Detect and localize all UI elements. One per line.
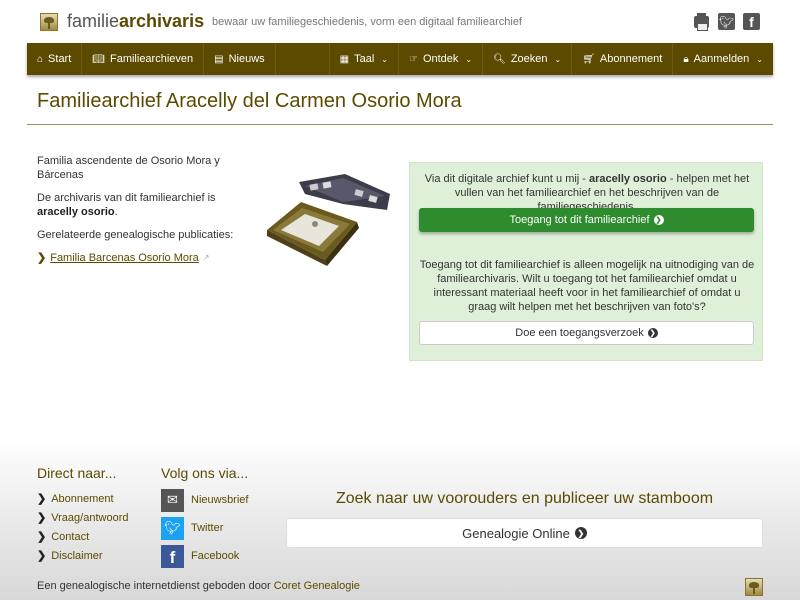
footer-link-abonnement[interactable]: ❯ Abonnement [37, 489, 128, 508]
follow-heading: Volg ons via... [161, 465, 249, 481]
access-request-button[interactable]: Doe een toegangsverzoek ❯ [419, 321, 754, 345]
intro-prefix: Via dit digitale archief kunt u mij - [424, 173, 590, 185]
nav-abonnement-label: Abonnement [599, 53, 663, 65]
print-icon[interactable] [693, 12, 710, 31]
external-link-icon: ↗ [202, 253, 210, 262]
chevron-right-icon: ❯ [37, 252, 47, 264]
publication-item: ❯ Familia Barcenas Osorio Mora ↗ [37, 251, 257, 265]
archivist-suffix: . [114, 206, 118, 218]
nav-zoeken-label: Zoeken [510, 53, 548, 65]
genealogie-online-button[interactable]: Genealogie Online ❯ [286, 518, 763, 548]
nav-start-label: Start [48, 53, 72, 65]
title-divider [27, 124, 773, 125]
nav-abonnement[interactable]: 🛒︎ Abonnement [572, 43, 674, 75]
main-nav: ⌂ Start 📖︎ Familiearchieven ▤ Nieuws ▦ Taal ⌄… [27, 43, 773, 75]
chevron-down-icon: ⌄ [381, 54, 388, 64]
nav-zoeken[interactable]: 🔍︎ Zoeken ⌄ [483, 43, 573, 75]
nav-spacer [276, 43, 330, 75]
nav-familiearchieven[interactable]: 📖︎ Familiearchieven [82, 43, 205, 75]
chevron-down-icon: ⌄ [756, 54, 763, 64]
social-links: ✉ Nieuwsbrief 🐦︎ Twitter f Facebook [161, 486, 248, 570]
brand-prefix: familie [67, 11, 120, 31]
footer-link-contact[interactable]: ❯ Contact [37, 527, 128, 546]
envelope-icon: ✉ [161, 488, 184, 512]
language-icon: ▦ [339, 53, 350, 65]
chevron-down-icon: ⌄ [465, 54, 473, 64]
access-panel: Via dit digitale archief kunt u mij - ar… [409, 162, 763, 361]
lock-icon: 🔒︎ [683, 53, 689, 65]
chevron-right-icon: ❯ [37, 493, 47, 505]
site-header: familiearchivaris bewaar uw familiegesch… [0, 0, 800, 43]
tree-logo-icon[interactable] [40, 13, 58, 31]
nav-start[interactable]: ⌂ Start [27, 43, 83, 75]
nav-nieuws[interactable]: ▤ Nieuws [204, 43, 276, 75]
credit-line: Een genealogische internetdienst geboden… [37, 580, 360, 592]
social-label: Twitter [191, 522, 224, 534]
facebook-icon[interactable]: f [743, 13, 760, 30]
brand-name[interactable]: familiearchivaris [67, 11, 204, 32]
chevron-right-icon: ❯ [37, 531, 47, 543]
request-button-label: Doe een toegangsverzoek [515, 327, 644, 339]
archivist-line: De archivaris van dit familiearchief is … [37, 191, 257, 219]
chevron-circle-right-icon: ❯ [574, 527, 587, 539]
coret-genealogie-link[interactable]: Coret Genealogie [274, 580, 360, 592]
direct-links: ❯ Abonnement ❯ Vraag/antwoord ❯ Contact ❯ Di… [37, 489, 128, 565]
twitter-icon[interactable]: 🐦︎ [718, 13, 735, 30]
hand-pointer-icon: ☞ [408, 53, 418, 65]
footer-link-vraag-antwoord[interactable]: ❯ Vraag/antwoord [37, 508, 128, 527]
book-icon: 📖︎ [92, 53, 105, 65]
nav-ontdek-label: Ontdek [422, 53, 459, 65]
archive-description: Familia ascendente de Osorio Mora y Bárc… [37, 155, 220, 181]
promo-button-label: Genealogie Online [462, 525, 570, 541]
nav-aanmelden-label: Aanmelden [693, 53, 750, 65]
facebook-icon: f [161, 544, 184, 568]
brand-bold: archivaris [119, 11, 205, 31]
archivist-prefix: De archivaris van dit familiearchief is [37, 192, 216, 204]
footer-link-label: Vraag/antwoord [51, 511, 129, 524]
chevron-right-icon: ❯ [37, 550, 47, 562]
publications-label: Gerelateerde genealogische publicaties: [37, 229, 234, 241]
nav-nieuws-label: Nieuws [228, 53, 265, 65]
cart-icon: 🛒︎ [582, 53, 595, 65]
page-title: Familiearchief Aracelly del Carmen Osori… [37, 90, 462, 112]
footer-link-label: Disclaimer [51, 549, 103, 562]
archive-info: Familia ascendente de Osorio Mora y Bárc… [37, 154, 257, 265]
direct-heading: Direct naar... [37, 465, 117, 481]
twitter-icon: 🐦︎ [161, 516, 184, 540]
chevron-right-icon: ❯ [37, 512, 47, 524]
social-facebook[interactable]: f Facebook [161, 542, 248, 570]
promo-heading: Zoek naar uw voorouders en publiceer uw … [335, 490, 714, 507]
access-archive-button[interactable]: Toegang tot dit familiearchief ❯ [419, 208, 754, 232]
footer-link-disclaimer[interactable]: ❯ Disclaimer [37, 546, 128, 565]
header-icons: 🐦︎ f [693, 12, 760, 31]
archive-box-image [267, 174, 390, 266]
social-label: Nieuwsbrief [191, 494, 249, 506]
social-newsletter[interactable]: ✉ Nieuwsbrief [161, 486, 248, 514]
intro-name: aracelly osorio [589, 173, 667, 185]
tagline: bewaar uw familiegeschiedenis, vorm een … [212, 16, 522, 28]
chevron-circle-right-icon: ❯ [647, 328, 658, 338]
nav-aanmelden[interactable]: 🔒︎ Aanmelden ⌄ [673, 43, 773, 75]
footer-link-label: Abonnement [51, 492, 114, 505]
social-label: Facebook [191, 550, 240, 562]
archivist-name: aracelly osorio [37, 206, 115, 218]
newspaper-icon: ▤ [214, 53, 224, 65]
search-icon: 🔍︎ [493, 53, 506, 65]
nav-taal[interactable]: ▦ Taal ⌄ [330, 43, 399, 75]
access-button-label: Toegang tot dit familiearchief [509, 214, 650, 226]
site-footer: Direct naar... Volg ons via... ❯ Abonneme… [0, 440, 800, 600]
footer-link-label: Contact [51, 530, 90, 543]
chevron-circle-right-icon: ❯ [653, 215, 664, 225]
chevron-down-icon: ⌄ [554, 54, 562, 64]
tree-logo-icon[interactable] [745, 578, 763, 596]
nav-familiearchieven-label: Familiearchieven [109, 53, 194, 65]
home-icon: ⌂ [37, 53, 44, 65]
invite-text: Toegang tot dit familiearchief is alleen… [419, 259, 755, 313]
publication-link[interactable]: Familia Barcenas Osorio Mora [50, 251, 199, 265]
nav-taal-label: Taal [354, 53, 375, 65]
social-twitter[interactable]: 🐦︎ Twitter [161, 514, 248, 542]
credit-prefix: Een genealogische internetdienst geboden… [37, 580, 274, 592]
nav-ontdek[interactable]: ☞ Ontdek ⌄ [399, 43, 484, 75]
